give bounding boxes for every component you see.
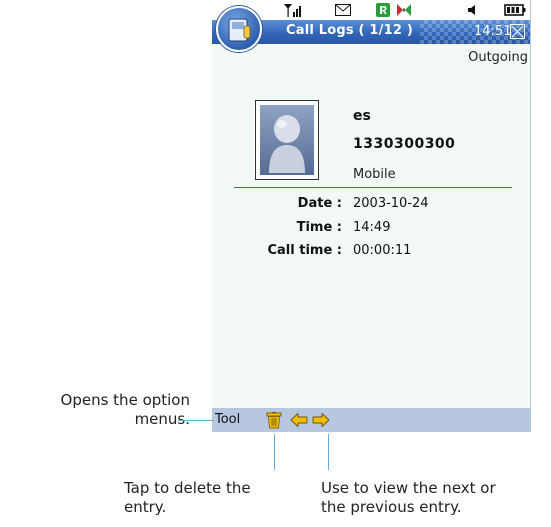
close-icon — [511, 25, 524, 38]
contact-photo — [255, 100, 319, 180]
message-icon — [335, 4, 351, 16]
contact-name: es — [353, 108, 371, 124]
window-title: Call Logs ( 1/12 ) — [286, 23, 413, 38]
tool-annotation: Opens the option menus. — [60, 391, 190, 428]
bluetooth-icon — [397, 4, 411, 16]
signal-icon — [284, 4, 301, 17]
contact-number: 1330300300 — [353, 136, 456, 152]
delete-annotation: Tap to delete the entry. — [124, 479, 251, 516]
time-value: 14:49 — [353, 220, 391, 235]
battery-icon — [504, 4, 526, 16]
date-value: 2003-10-24 — [353, 196, 429, 211]
phone-book-icon — [228, 18, 251, 42]
time-label: Time : — [296, 220, 342, 235]
speaker-icon — [468, 5, 475, 15]
call-direction: Outgoing — [468, 50, 528, 65]
close-button[interactable] — [510, 24, 525, 39]
bottom-toolbar: Tool — [212, 408, 530, 432]
arrow-left-icon[interactable] — [290, 412, 308, 428]
person-icon — [269, 115, 305, 173]
tool-callout-line — [178, 420, 214, 421]
divider — [234, 187, 512, 188]
arrow-right-icon[interactable] — [312, 412, 330, 428]
delete-callout-line — [274, 434, 275, 470]
date-label: Date : — [297, 196, 342, 211]
app-icon[interactable] — [216, 6, 262, 52]
call-time-value: 00:00:11 — [353, 243, 412, 258]
navigate-annotation: Use to view the next or the previous ent… — [321, 479, 496, 516]
tool-menu-button[interactable]: Tool — [215, 412, 240, 427]
trash-icon[interactable] — [266, 412, 282, 429]
call-time-label: Call time : — [267, 243, 342, 258]
clock: 14:51 — [474, 24, 512, 39]
number-type: Mobile — [353, 167, 396, 182]
network-icon — [376, 3, 390, 17]
navigate-callout-line — [328, 434, 329, 470]
phone-screen: Call Logs ( 1/12 ) 14:51 Outgoing es 133… — [212, 0, 531, 432]
